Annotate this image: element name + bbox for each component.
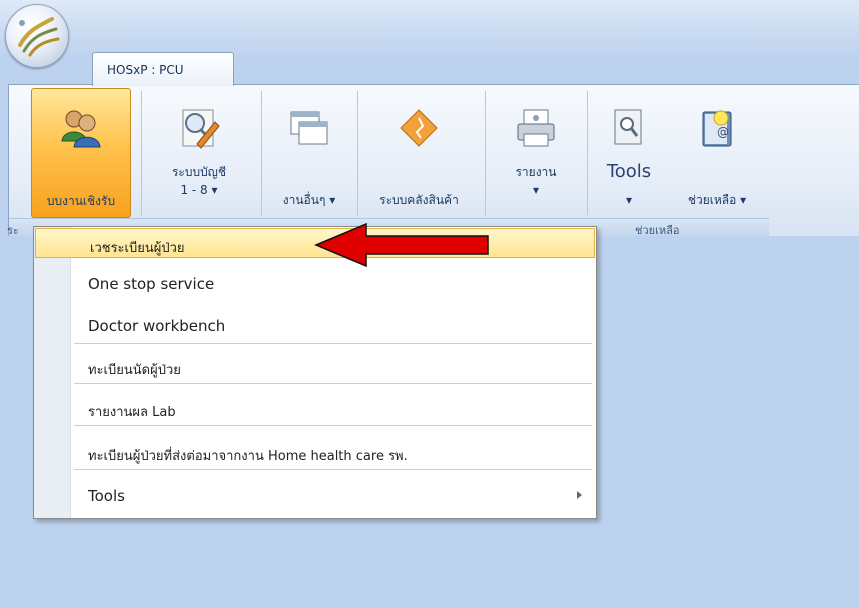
ribbon-button-reception[interactable]: บบงานเชิงรับ xyxy=(31,88,131,218)
menu-item-label: ทะเบียนผู้ป่วยที่ส่งต่อมาจากงาน Home hea… xyxy=(88,449,408,464)
tab-label: HOSxP : PCU xyxy=(107,63,184,77)
menu-item-one-stop-service[interactable]: One stop service xyxy=(34,269,596,297)
ribbon-button-sublabel: 1 - 8 ▾ xyxy=(180,183,218,197)
ribbon-group-label-help: ช่วยเหลือ xyxy=(635,224,680,237)
magnifier-pencil-icon xyxy=(177,106,221,153)
menu-item-lab-report[interactable]: รายงานผล Lab xyxy=(34,393,596,421)
menu-item-tools[interactable]: Tools xyxy=(34,481,596,509)
windows-icon xyxy=(287,106,331,153)
ribbon-button-tools[interactable]: Tools ▾ xyxy=(591,88,667,216)
tools-doc-icon xyxy=(611,106,647,153)
users-icon xyxy=(59,107,103,154)
menu-item-label: Doctor workbench xyxy=(88,317,226,335)
menu-item-label: รายงานผล Lab xyxy=(88,405,176,420)
ribbon-button-help[interactable]: @ ช่วยเหลือ ▾ xyxy=(669,88,765,216)
diamond-icon xyxy=(397,106,441,153)
ribbon-button-label: ระบบคลังสินค้า xyxy=(379,193,459,207)
ribbon-button-sublabel: ▾ xyxy=(625,193,633,207)
ribbon-button-accounting[interactable]: ระบบบัญชี 1 - 8 ▾ xyxy=(149,88,249,216)
app-logo-icon xyxy=(18,17,60,57)
ribbon-button-label: รายงาน xyxy=(515,165,557,179)
tab-hosxp-pcu[interactable]: HOSxP : PCU xyxy=(92,52,234,86)
menu-item-appointment-register[interactable]: ทะเบียนนัดผู้ป่วย xyxy=(34,351,596,379)
submenu-arrow-icon xyxy=(577,491,582,499)
red-arrow-icon xyxy=(314,222,489,268)
ribbon-button-inventory[interactable]: ระบบคลังสินค้า xyxy=(359,88,479,216)
ribbon-button-other-work[interactable]: งานอื่นๆ ▾ xyxy=(265,88,353,216)
svg-text:@: @ xyxy=(717,125,729,139)
ribbon-button-label: งานอื่นๆ ▾ xyxy=(282,193,336,207)
ribbon-button-label: บบงานเชิงรับ xyxy=(46,194,116,208)
menu-item-label: One stop service xyxy=(88,275,215,293)
ribbon-button-label: ระบบบัญชี xyxy=(171,165,227,179)
help-book-icon: @ xyxy=(695,106,739,153)
ribbon-button-label: ช่วยเหลือ ▾ xyxy=(687,193,747,207)
menu-item-label: ทะเบียนนัดผู้ป่วย xyxy=(88,363,181,378)
application-orb-button[interactable] xyxy=(5,4,69,68)
ribbon-button-label: Tools xyxy=(606,161,652,182)
ribbon: บบงานเชิงรับ ระบบบัญชี 1 - 8 ▾ งานอื่นๆ … xyxy=(7,84,859,237)
title-bar xyxy=(0,0,859,54)
printer-icon xyxy=(514,106,558,153)
menu-item-label: Tools xyxy=(88,487,125,505)
ribbon-button-report[interactable]: รายงาน ▾ xyxy=(489,88,583,216)
menu-item-home-health-care-referral[interactable]: ทะเบียนผู้ป่วยที่ส่งต่อมาจากงาน Home hea… xyxy=(34,437,596,465)
menu-item-label: เวชระเบียนผู้ป่วย xyxy=(90,241,185,256)
menu-item-doctor-workbench[interactable]: Doctor workbench xyxy=(34,311,596,339)
ribbon-button-sublabel: ▾ xyxy=(532,183,540,197)
ribbon-group-label: ระ xyxy=(7,224,19,237)
